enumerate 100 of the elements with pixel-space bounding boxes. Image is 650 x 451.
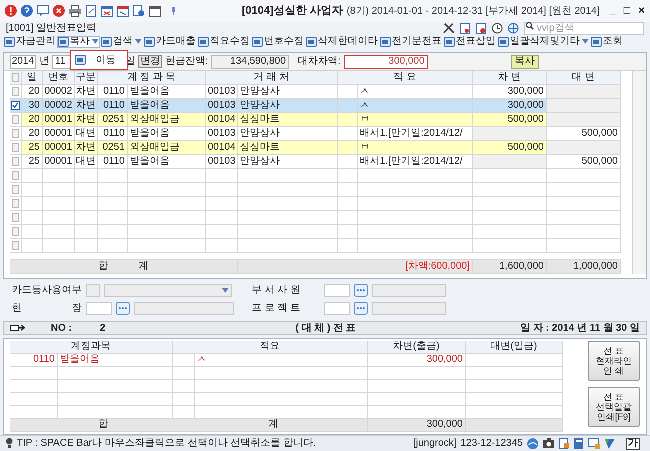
table-cell [206, 169, 238, 183]
print-button[interactable]: 전 표 현재라인 인 쇄 [588, 341, 640, 381]
toolbar-button[interactable]: 전기분전표 [380, 36, 442, 46]
window-icon[interactable] [149, 6, 161, 16]
table-cell [338, 225, 358, 239]
key-icon [198, 36, 209, 46]
voucher-number-label: NO : [51, 322, 72, 336]
document-icon[interactable] [460, 22, 471, 34]
help-icon[interactable] [21, 5, 33, 17]
table-cell [75, 183, 98, 197]
toolbar-button[interactable]: 카드매출 [144, 36, 196, 46]
row-checkbox[interactable] [11, 101, 20, 110]
table-cell: 00104 [206, 113, 238, 127]
ime-indicator[interactable]: 가 [626, 438, 640, 450]
row-checkbox[interactable] [12, 213, 19, 222]
maximize-button[interactable]: □ [624, 6, 631, 16]
minimize-button[interactable]: _ [610, 6, 616, 16]
lookup-button[interactable] [354, 302, 368, 315]
table-cell: 차변 [75, 141, 98, 155]
table-cell: 대변 [75, 155, 98, 169]
lookup-button[interactable] [116, 302, 130, 315]
table-cell [338, 99, 358, 113]
row-checkbox[interactable] [12, 143, 19, 152]
toolbar-button[interactable]: 번호수정 [252, 36, 304, 46]
row-checkbox[interactable] [12, 171, 19, 180]
table-cell [10, 393, 58, 406]
key-icon [498, 36, 509, 46]
clock-icon[interactable] [492, 22, 503, 34]
table-cell [338, 169, 358, 183]
pin-icon[interactable] [171, 7, 176, 15]
message-icon[interactable] [37, 5, 49, 17]
debit-total: 300,000 [368, 419, 466, 432]
year-field[interactable]: 2014 [10, 54, 36, 68]
voucher-number: 2 [100, 322, 106, 336]
change-button[interactable]: 변경 [138, 55, 162, 68]
close-icon[interactable] [53, 5, 65, 17]
document-icon[interactable] [559, 438, 570, 449]
toolbar-button[interactable]: 전표삽입 [444, 36, 496, 46]
table-cell [173, 354, 195, 367]
table-cell [206, 239, 238, 253]
copy-button[interactable]: 복사 [510, 54, 539, 68]
table-cell: 안양상사 [238, 99, 338, 113]
table-cell: 25 [22, 155, 43, 169]
printer-icon[interactable] [69, 5, 82, 17]
row-checkbox[interactable] [12, 227, 19, 236]
table-cell: 싱싱마트 [238, 113, 338, 127]
calendar-icon[interactable] [101, 5, 113, 17]
department-code-field[interactable] [324, 284, 350, 297]
search-field[interactable]: vvip검색 [524, 22, 644, 34]
print-button[interactable]: 전 표 선택일괄 인쇄[F9] [588, 387, 640, 427]
debit-total: 1,600,000 [473, 260, 547, 274]
column-header: 차변(출금) [368, 341, 466, 354]
row-checkbox[interactable] [12, 129, 19, 138]
toolbar-button[interactable]: 일괄삭제및기타 [498, 36, 589, 46]
calendar-icon[interactable] [117, 5, 129, 17]
toolbar-button[interactable]: 자금관리 [4, 36, 56, 46]
document-icon[interactable] [86, 5, 97, 17]
project-code-field[interactable] [324, 302, 350, 315]
calculator-icon[interactable] [574, 438, 584, 450]
table-cell [75, 239, 98, 253]
scrollbar[interactable] [632, 71, 646, 274]
site-code-field[interactable] [86, 302, 112, 315]
table-cell [206, 197, 238, 211]
toolbar-button[interactable]: 검색 [101, 36, 142, 46]
lookup-button[interactable] [354, 284, 368, 297]
table-cell [43, 225, 75, 239]
table-cell: 받을어음 [128, 127, 206, 141]
table-cell [43, 169, 75, 183]
row-checkbox[interactable] [12, 241, 19, 250]
row-checkbox[interactable] [12, 199, 19, 208]
table-cell: ㅅ [358, 85, 473, 99]
table-cell: 차변 [75, 85, 98, 99]
row-checkbox[interactable] [12, 185, 19, 194]
menu-item[interactable]: 이동 [71, 53, 127, 67]
alert-icon[interactable] [5, 5, 17, 17]
table-cell [173, 393, 195, 406]
row-checkbox[interactable] [12, 115, 19, 124]
close-button[interactable]: × [638, 6, 645, 16]
app-logo-icon[interactable] [604, 438, 616, 450]
camera-icon[interactable] [543, 438, 555, 449]
table-cell: 300,000 [473, 85, 547, 99]
table-cell: 00002 [43, 99, 75, 113]
row-checkbox[interactable] [12, 157, 19, 166]
table-cell [75, 169, 98, 183]
toolbar-button[interactable]: 복사 [58, 36, 99, 46]
card-usage-field[interactable] [86, 284, 100, 297]
table-cell: 0110 [98, 99, 128, 113]
key-icon [101, 36, 112, 46]
table-cell [75, 197, 98, 211]
row-checkbox[interactable] [12, 87, 19, 96]
toolbar-button[interactable]: 조회 [591, 36, 623, 46]
row-checkbox[interactable] [12, 73, 19, 82]
toolbar-button[interactable]: 삭제한데이타 [306, 36, 378, 46]
table-cell: ㅂ [358, 141, 473, 155]
table-cell [43, 211, 75, 225]
toolbar-button[interactable]: 적요수정 [198, 36, 250, 46]
table-cell: 300,000 [473, 99, 547, 113]
table-cell [10, 367, 58, 380]
caret-icon [222, 288, 229, 293]
table-cell [75, 225, 98, 239]
